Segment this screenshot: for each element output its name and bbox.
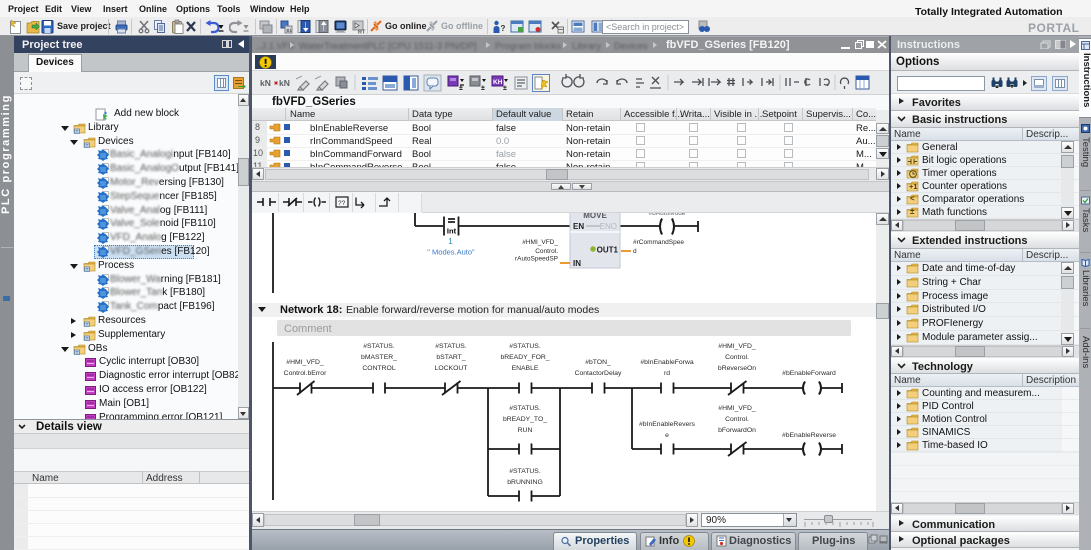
svg-text:Control.bError: Control.bError bbox=[284, 370, 327, 377]
svg-text:kN: kN bbox=[260, 78, 271, 88]
svg-text:ContactorDelay: ContactorDelay bbox=[575, 370, 622, 377]
svg-text:bREADY_TO_: bREADY_TO_ bbox=[503, 416, 547, 423]
svg-text:#STATUS.: #STATUS. bbox=[509, 343, 541, 350]
svg-text:bRUNNING: bRUNNING bbox=[507, 479, 543, 486]
svg-text:#HMI_VFD_: #HMI_VFD_ bbox=[522, 239, 558, 246]
svg-text:B1: B1 bbox=[287, 28, 293, 33]
svg-text:bREADY_FOR_: bREADY_FOR_ bbox=[500, 354, 549, 361]
svg-text:bForwardOn: bForwardOn bbox=[718, 427, 756, 434]
svg-text:#bAutoMode: #bAutoMode bbox=[649, 213, 686, 217]
svg-text:MOVE: MOVE bbox=[583, 213, 607, 220]
svg-text:ENABLE: ENABLE bbox=[512, 365, 539, 372]
svg-text:Control.: Control. bbox=[535, 248, 558, 255]
svg-text:ENO: ENO bbox=[600, 222, 617, 231]
svg-text:#bInEnableForwa: #bInEnableForwa bbox=[640, 359, 693, 366]
svg-text:rd: rd bbox=[664, 370, 670, 377]
svg-text:#HMI_VFD_: #HMI_VFD_ bbox=[718, 343, 756, 350]
svg-text:EN: EN bbox=[573, 222, 584, 231]
svg-text:±: ± bbox=[481, 85, 485, 92]
svg-text:#bInEnableRevers: #bInEnableRevers bbox=[639, 421, 696, 428]
svg-text:CONTROL: CONTROL bbox=[362, 365, 395, 372]
svg-text:" Modes.Auto": " Modes.Auto" bbox=[427, 248, 475, 257]
svg-text:e: e bbox=[665, 432, 669, 439]
svg-text:OUT1: OUT1 bbox=[597, 246, 619, 255]
svg-text:#bEnableForward: #bEnableForward bbox=[782, 370, 836, 377]
svg-text:±: ± bbox=[503, 85, 507, 92]
svg-text:#bTON_: #bTON_ bbox=[585, 359, 611, 366]
svg-text:Control.: Control. bbox=[725, 416, 749, 423]
svg-text:±: ± bbox=[459, 85, 463, 92]
svg-text:Control.: Control. bbox=[725, 354, 749, 361]
svg-text:<: < bbox=[910, 194, 915, 202]
svg-text:kN: kN bbox=[279, 78, 290, 88]
svg-text:#STATUS.: #STATUS. bbox=[435, 343, 467, 350]
svg-text:#STATUS.: #STATUS. bbox=[509, 468, 541, 475]
svg-text:IN: IN bbox=[573, 259, 581, 268]
svg-text:??: ?? bbox=[338, 200, 346, 207]
svg-text:d: d bbox=[633, 248, 637, 255]
svg-text:#HMI_VFD_: #HMI_VFD_ bbox=[718, 405, 756, 412]
svg-text:rAutoSpeedSP: rAutoSpeedSP bbox=[515, 256, 558, 263]
svg-text:±: ± bbox=[910, 207, 915, 215]
svg-text:#HMI_VFD_: #HMI_VFD_ bbox=[286, 359, 324, 366]
svg-text:Int: Int bbox=[447, 227, 457, 236]
svg-text:KH: KH bbox=[493, 79, 503, 86]
svg-text:+1: +1 bbox=[909, 182, 918, 190]
svg-text:?: ? bbox=[501, 24, 506, 33]
svg-text:RT: RT bbox=[358, 30, 366, 35]
svg-text:bSTART_: bSTART_ bbox=[436, 354, 465, 361]
svg-text:bReverseOn: bReverseOn bbox=[718, 365, 756, 372]
svg-text:RUN: RUN bbox=[518, 427, 533, 434]
svg-text:#bEnableReverse: #bEnableReverse bbox=[782, 432, 836, 439]
svg-text:LOCKOUT: LOCKOUT bbox=[435, 365, 468, 372]
svg-text:bMASTER_: bMASTER_ bbox=[361, 354, 397, 361]
svg-text:#STATUS.: #STATUS. bbox=[509, 405, 541, 412]
svg-text:1: 1 bbox=[448, 237, 453, 246]
svg-text:#STATUS.: #STATUS. bbox=[363, 343, 395, 350]
svg-text:#rCommandSpee: #rCommandSpee bbox=[633, 239, 684, 246]
